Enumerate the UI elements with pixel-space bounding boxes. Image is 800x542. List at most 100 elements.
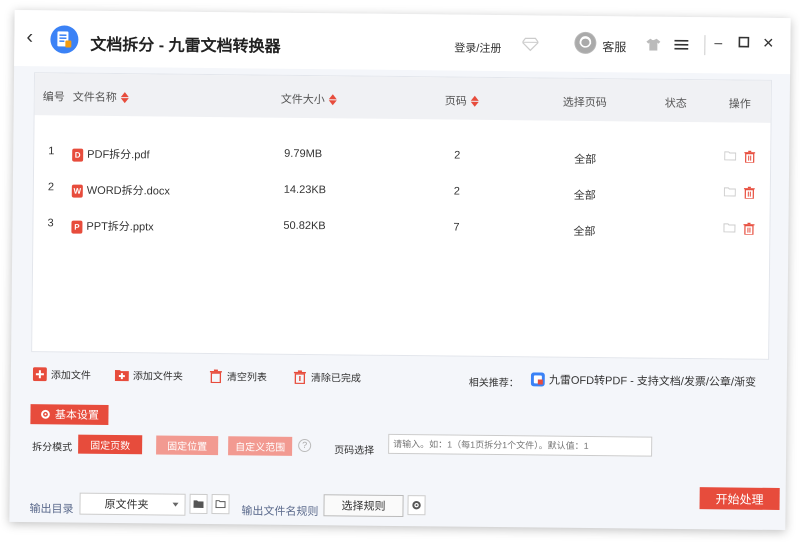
pdf-file-icon: D bbox=[72, 148, 84, 162]
table-row[interactable]: 3 P PPT拆分.pptx 50.82KB 7 全部 bbox=[33, 205, 769, 249]
add-folder-icon bbox=[114, 369, 129, 381]
basic-settings-button[interactable]: 基本设置 bbox=[30, 404, 109, 425]
row-size: 9.79MB bbox=[284, 147, 323, 161]
basic-settings-label: 基本设置 bbox=[54, 409, 100, 422]
app-title: 文档拆分 - 九雷文档转换器 bbox=[90, 36, 281, 56]
output-dir-value: 原文件夹 bbox=[104, 498, 149, 512]
recommend-link-text: 九雷OFD转PDF - 支持文档/发票/公章/渐变 bbox=[548, 374, 757, 389]
title-bar: ‹ 文档拆分 - 九雷文档转换器 登录/注册 客服 – ✕ bbox=[14, 9, 791, 75]
header-size[interactable]: 文件大小 bbox=[281, 91, 337, 108]
help-icon[interactable]: ? bbox=[298, 438, 312, 453]
start-processing-button[interactable]: 开始处理 bbox=[699, 487, 780, 510]
output-dir-label: 输出目录 bbox=[29, 503, 74, 516]
header-actions: 操作 bbox=[728, 98, 751, 111]
mode-custom-range-button[interactable]: 自定义范围 bbox=[228, 436, 293, 456]
rule-settings-button[interactable] bbox=[407, 495, 426, 516]
ppt-file-icon: P bbox=[71, 220, 83, 234]
add-folder-label: 添加文件夹 bbox=[132, 371, 183, 383]
customer-service-label[interactable]: 客服 bbox=[602, 38, 626, 55]
row-name: W WORD拆分.docx bbox=[71, 182, 170, 199]
actions-bar: 添加文件 添加文件夹 清空列表 清除已完成 相关推荐： 九雷OFD转PDF - … bbox=[31, 366, 771, 394]
row-pages: 2 bbox=[454, 149, 461, 162]
clear-list-label: 清空列表 bbox=[226, 372, 267, 384]
clear-done-button[interactable]: 清除已完成 bbox=[293, 369, 361, 385]
ofd-app-icon bbox=[530, 372, 545, 387]
menu-icon[interactable] bbox=[674, 39, 689, 54]
row-select[interactable]: 全部 bbox=[574, 151, 596, 167]
open-folder-icon[interactable] bbox=[723, 186, 736, 199]
browse-folder-button[interactable] bbox=[189, 493, 208, 514]
header-index: 编号 bbox=[42, 91, 65, 104]
clear-done-label: 清除已完成 bbox=[310, 373, 361, 385]
open-folder-icon[interactable] bbox=[723, 222, 736, 235]
row-select[interactable]: 全部 bbox=[574, 187, 596, 203]
folder-icon bbox=[193, 500, 204, 508]
row-name-text: PDF拆分.pdf bbox=[87, 148, 150, 162]
delete-icon[interactable] bbox=[744, 150, 756, 166]
add-file-button[interactable]: 添加文件 bbox=[32, 366, 91, 382]
header-name-label: 文件名称 bbox=[72, 91, 117, 105]
mode-fixed-position-button[interactable]: 固定位置 bbox=[156, 435, 219, 456]
add-folder-button[interactable]: 添加文件夹 bbox=[114, 367, 183, 383]
row-index: 3 bbox=[47, 217, 54, 230]
chevron-down-icon bbox=[172, 502, 179, 507]
maximize-button[interactable] bbox=[738, 36, 750, 50]
minimize-button[interactable]: – bbox=[714, 34, 722, 50]
row-index: 1 bbox=[48, 145, 55, 158]
row-pages: 7 bbox=[453, 221, 460, 234]
gear-icon bbox=[40, 409, 50, 419]
avatar[interactable] bbox=[574, 31, 597, 55]
close-button[interactable]: ✕ bbox=[762, 35, 774, 51]
clear-list-button[interactable]: 清空列表 bbox=[209, 368, 267, 384]
header-select-pages: 选择页码 bbox=[562, 96, 607, 110]
vip-diamond-icon[interactable] bbox=[521, 37, 540, 54]
row-pages: 2 bbox=[453, 185, 461, 198]
maximize-icon bbox=[738, 36, 750, 48]
page-select-label: 页码选择 bbox=[334, 445, 375, 457]
app-logo bbox=[50, 25, 79, 54]
delete-icon[interactable] bbox=[743, 186, 755, 202]
sort-icon[interactable] bbox=[328, 93, 337, 105]
recommend-label: 相关推荐： bbox=[468, 377, 519, 390]
row-size: 50.82KB bbox=[283, 219, 326, 233]
trash-icon bbox=[209, 369, 222, 383]
sort-icon[interactable] bbox=[120, 91, 129, 103]
row-name-text: PPT拆分.pptx bbox=[86, 220, 154, 234]
mode-fixed-pages-button[interactable]: 固定页数 bbox=[78, 434, 143, 455]
header-name[interactable]: 文件名称 bbox=[73, 89, 129, 106]
file-table: 编号 文件名称 文件大小 页码 选择页码 状态 操作 1 DPDF拆分.pdf bbox=[31, 72, 773, 360]
login-register-link[interactable]: 登录/注册 bbox=[454, 40, 501, 56]
header-size-label: 文件大小 bbox=[280, 93, 325, 107]
row-index: 2 bbox=[47, 181, 55, 194]
sort-icon[interactable] bbox=[470, 95, 479, 107]
word-file-icon: W bbox=[71, 184, 83, 198]
app-window: ‹ 文档拆分 - 九雷文档转换器 登录/注册 客服 – ✕ 编号 文件名称 文件… bbox=[9, 9, 791, 531]
header-status: 状态 bbox=[664, 97, 687, 110]
filename-rule-label: 输出文件名规则 bbox=[241, 505, 319, 519]
row-name-text: WORD拆分.docx bbox=[86, 184, 170, 198]
split-mode-label: 拆分模式 bbox=[32, 442, 73, 454]
page-select-input[interactable] bbox=[388, 433, 653, 457]
header-pages-label: 页码 bbox=[444, 95, 467, 108]
add-file-label: 添加文件 bbox=[50, 370, 91, 382]
window-controls-separator bbox=[704, 35, 706, 56]
recommend-link[interactable]: 九雷OFD转PDF - 支持文档/发票/公章/渐变 bbox=[530, 371, 757, 389]
open-output-folder-button[interactable] bbox=[211, 494, 230, 515]
header-pages[interactable]: 页码 bbox=[445, 92, 479, 108]
row-select[interactable]: 全部 bbox=[573, 223, 595, 239]
add-file-icon bbox=[32, 366, 47, 381]
gear-icon bbox=[412, 500, 421, 510]
table-header: 编号 文件名称 文件大小 页码 选择页码 状态 操作 bbox=[34, 73, 772, 123]
back-button[interactable]: ‹ bbox=[26, 26, 33, 48]
row-size: 14.23KB bbox=[283, 183, 327, 197]
row-name: D PDF拆分.pdf bbox=[72, 146, 150, 163]
row-name: P PPT拆分.pptx bbox=[71, 218, 154, 235]
select-rule-button[interactable]: 选择规则 bbox=[323, 494, 404, 518]
delete-icon[interactable] bbox=[743, 222, 755, 238]
skin-shirt-icon[interactable] bbox=[646, 38, 661, 54]
open-folder-icon[interactable] bbox=[724, 150, 737, 163]
trash-check-icon bbox=[293, 369, 306, 384]
output-dir-select[interactable]: 原文件夹 bbox=[79, 492, 186, 516]
open-folder-icon bbox=[215, 500, 226, 509]
document-logo-icon bbox=[57, 31, 72, 48]
